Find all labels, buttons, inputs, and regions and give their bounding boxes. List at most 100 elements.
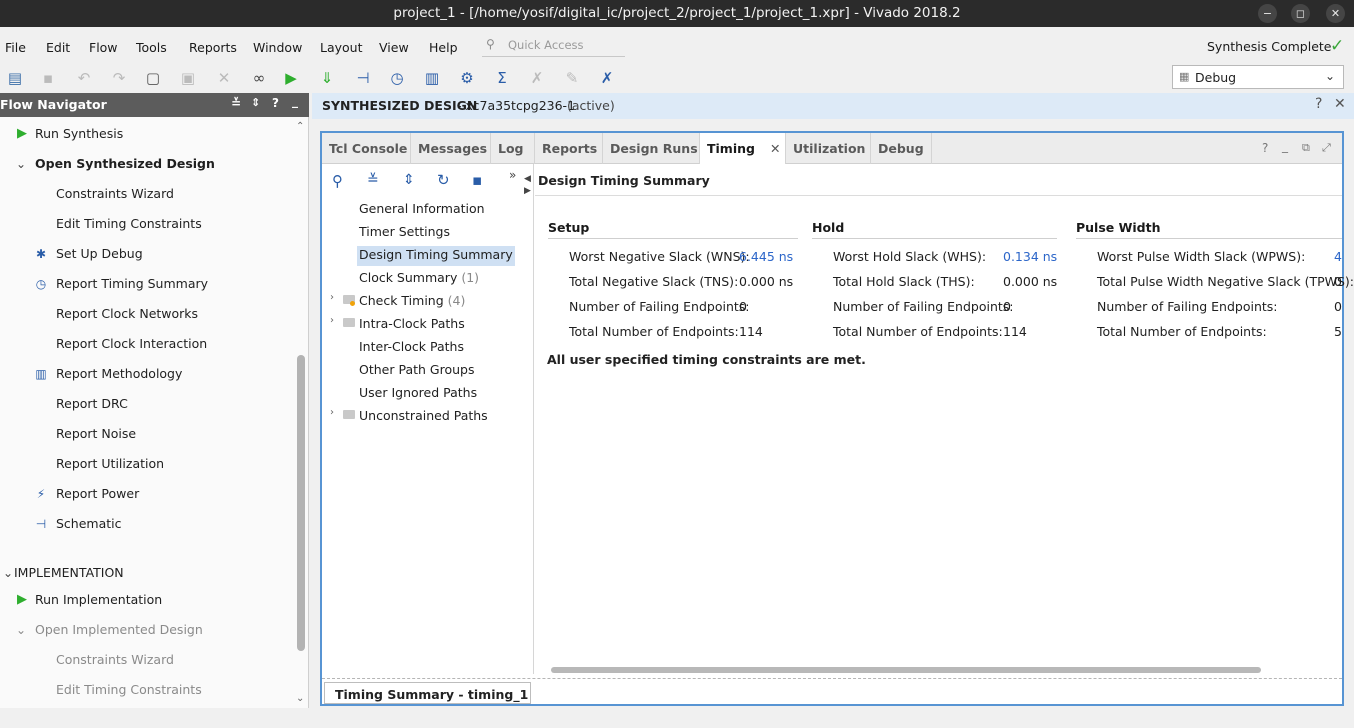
copy-icon[interactable]: ▢ — [142, 67, 164, 89]
redo-icon[interactable]: ↷ — [108, 67, 130, 89]
nav-set-up-debug[interactable]: Set Up Debug — [56, 246, 143, 261]
quick-access-input[interactable]: ⚲ Quick Access — [482, 35, 625, 57]
flow-navigator-scrollbar[interactable] — [297, 355, 305, 651]
tree-timer-settings[interactable]: Timer Settings — [359, 224, 450, 239]
nav-open-synthesized-design[interactable]: Open Synthesized Design — [35, 156, 215, 171]
tree-other-path-groups[interactable]: Other Path Groups — [359, 362, 474, 377]
tab-log[interactable]: Log — [491, 133, 535, 164]
nav-run-synthesis[interactable]: Run Synthesis — [35, 126, 123, 141]
nav-report-power[interactable]: Report Power — [56, 486, 139, 501]
nav-report-utilization[interactable]: Report Utilization — [56, 456, 164, 471]
chevron-right-icon[interactable]: › — [330, 407, 334, 418]
settings-icon[interactable]: ⚙ — [456, 67, 478, 89]
nav-report-timing-summary[interactable]: Report Timing Summary — [56, 276, 208, 291]
layout-select[interactable]: ▦ Debug ⌄ — [1172, 65, 1344, 89]
nav-report-clock-interaction[interactable]: Report Clock Interaction — [56, 336, 207, 351]
tab-utilization[interactable]: Utilization — [786, 133, 871, 164]
tree-check-timing[interactable]: Check Timing (4) — [359, 293, 465, 308]
schematic-icon[interactable]: ⊣ — [352, 67, 374, 89]
help-icon[interactable]: ? — [1315, 96, 1322, 112]
timing-icon[interactable]: ◷ — [386, 67, 408, 89]
restore-icon[interactable]: ⧉ — [1302, 141, 1310, 155]
nav-report-drc[interactable]: Report DRC — [56, 396, 128, 411]
nav-impl-constraints-wizard[interactable]: Constraints Wizard — [56, 652, 174, 667]
maximize-button[interactable]: ◻ — [1291, 4, 1310, 23]
nav-constraints-wizard[interactable]: Constraints Wizard — [56, 186, 174, 201]
menu-layout[interactable]: Layout — [320, 40, 363, 55]
whs-value[interactable]: 0.134 ns — [1003, 249, 1057, 264]
scroll-down-icon[interactable]: ⌄ — [296, 693, 304, 704]
nav-report-noise[interactable]: Report Noise — [56, 426, 136, 441]
tree-design-timing-summary[interactable]: Design Timing Summary — [357, 246, 515, 266]
tab-tcl-console[interactable]: Tcl Console — [322, 133, 411, 164]
tab-debug[interactable]: Debug — [871, 133, 932, 164]
expand-right-icon[interactable]: ▶ — [524, 186, 531, 196]
save-icon[interactable]: ▪ — [472, 171, 482, 189]
run-icon[interactable]: ▶ — [280, 67, 302, 89]
nav-schematic[interactable]: Schematic — [56, 516, 122, 531]
collapse-all-icon[interactable]: ≚ — [231, 96, 241, 110]
minimize-icon[interactable]: _ — [1282, 139, 1288, 153]
close-button[interactable]: ✕ — [1326, 4, 1345, 23]
nav-run-implementation[interactable]: Run Implementation — [35, 592, 162, 607]
undo-icon[interactable]: ↶ — [73, 67, 95, 89]
help-icon[interactable]: ? — [272, 96, 279, 110]
collapse-left-icon[interactable]: ◀ — [524, 174, 531, 184]
collapse-all-icon[interactable]: ≚ — [367, 172, 379, 188]
tree-general-information[interactable]: General Information — [359, 201, 485, 216]
nav-report-clock-networks[interactable]: Report Clock Networks — [56, 306, 198, 321]
chevron-down-icon[interactable]: ⌄ — [13, 622, 29, 638]
wns-value[interactable]: 6.445 ns — [739, 249, 793, 264]
menu-view[interactable]: View — [379, 40, 409, 55]
delete-icon[interactable]: ✕ — [213, 67, 235, 89]
expand-all-icon[interactable]: ⇕ — [251, 96, 260, 109]
tree-clock-summary[interactable]: Clock Summary (1) — [359, 270, 479, 285]
menu-edit[interactable]: Edit — [46, 40, 70, 55]
tab-timing[interactable]: Timing ✕ — [700, 133, 786, 164]
wpws-value[interactable]: 4 — [1334, 249, 1342, 264]
bottom-tab-timing-summary[interactable]: Timing Summary - timing_1 — [324, 682, 531, 704]
minimize-button[interactable]: − — [1258, 4, 1277, 23]
pen-icon[interactable]: ✎ — [561, 67, 583, 89]
nav-report-methodology[interactable]: Report Methodology — [56, 366, 182, 381]
debug-off-icon[interactable]: ✗ — [526, 67, 548, 89]
tree-inter-clock-paths[interactable]: Inter-Clock Paths — [359, 339, 464, 354]
expand-all-icon[interactable]: ⇕ — [403, 172, 415, 188]
close-icon[interactable]: ✕ — [770, 141, 780, 156]
more-icon[interactable]: » — [509, 168, 516, 182]
menu-window[interactable]: Window — [253, 40, 302, 55]
horizontal-scrollbar[interactable] — [551, 667, 1261, 673]
nav-impl-edit-timing-constraints[interactable]: Edit Timing Constraints — [56, 682, 202, 697]
tab-messages[interactable]: Messages — [411, 133, 491, 164]
menu-help[interactable]: Help — [429, 40, 458, 55]
close-icon[interactable]: ✕ — [1334, 96, 1346, 112]
save-icon[interactable]: ▪ — [37, 67, 59, 89]
chevron-right-icon[interactable]: › — [330, 315, 334, 326]
open-project-icon[interactable]: ▤ — [4, 67, 26, 89]
report-icon[interactable]: ▥ — [421, 67, 443, 89]
menu-reports[interactable]: Reports — [189, 40, 237, 55]
tree-unconstrained-paths[interactable]: Unconstrained Paths — [359, 408, 488, 423]
chevron-right-icon[interactable]: › — [330, 292, 334, 303]
program-device-icon[interactable]: ⇓ — [316, 67, 338, 89]
nav-edit-timing-constraints[interactable]: Edit Timing Constraints — [56, 216, 202, 231]
tree-intra-clock-paths[interactable]: Intra-Clock Paths — [359, 316, 465, 331]
binoculars-icon[interactable]: ∞ — [248, 67, 270, 89]
tree-user-ignored-paths[interactable]: User Ignored Paths — [359, 385, 477, 400]
menu-flow[interactable]: Flow — [89, 40, 118, 55]
minimize-panel-icon[interactable]: _ — [292, 94, 298, 108]
nav-implementation-section[interactable]: IMPLEMENTATION — [14, 565, 124, 580]
help-icon[interactable]: ? — [1262, 141, 1268, 155]
menu-file[interactable]: File — [5, 40, 26, 55]
scroll-up-icon[interactable]: ⌃ — [296, 121, 304, 132]
tab-design-runs[interactable]: Design Runs — [603, 133, 700, 164]
paste-icon[interactable]: ▣ — [177, 67, 199, 89]
search-icon[interactable]: ⚲ — [332, 172, 343, 190]
refresh-icon[interactable]: ↻ — [437, 171, 450, 189]
tab-reports[interactable]: Reports — [535, 133, 603, 164]
sigma-icon[interactable]: Σ — [491, 67, 513, 89]
menu-tools[interactable]: Tools — [136, 40, 167, 55]
tools-icon[interactable]: ✗ — [596, 67, 618, 89]
maximize-icon[interactable]: ⤢ — [1322, 141, 1331, 155]
nav-open-implemented-design[interactable]: Open Implemented Design — [35, 622, 203, 637]
